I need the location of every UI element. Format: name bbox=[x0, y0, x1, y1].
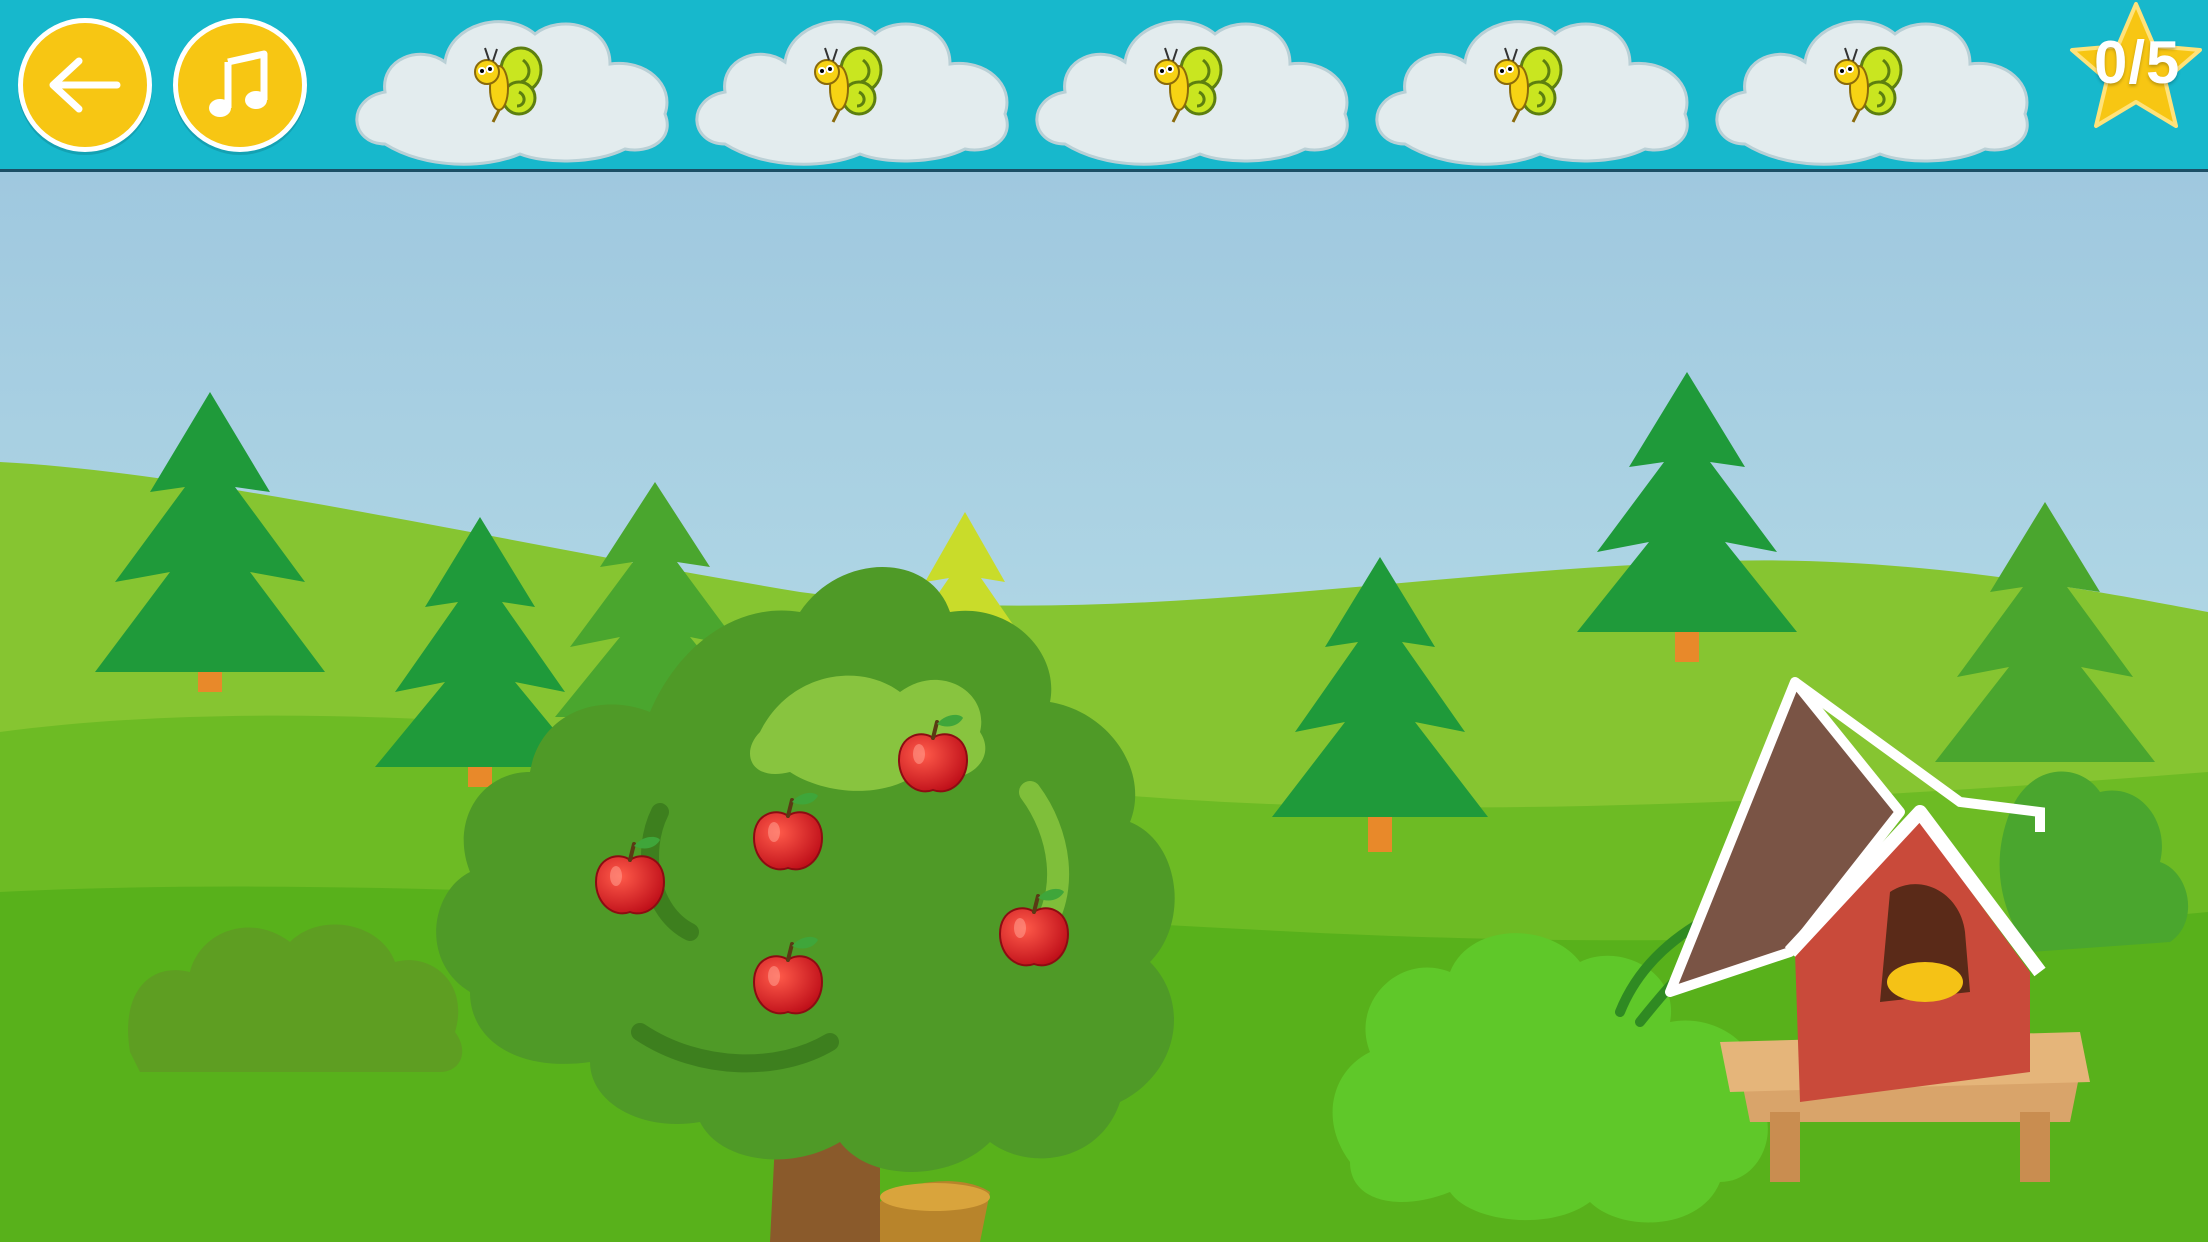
butterfly-icon bbox=[474, 46, 543, 123]
arrow-left-icon bbox=[49, 57, 121, 113]
music-button[interactable] bbox=[173, 18, 307, 152]
butterfly-icon bbox=[814, 46, 883, 123]
butterfly-icon bbox=[1154, 46, 1223, 123]
butterfly-slot bbox=[1025, 4, 1355, 170]
butterfly-slot bbox=[685, 4, 1015, 170]
score-star: 0/5 bbox=[2064, 0, 2208, 138]
back-button[interactable] bbox=[18, 18, 152, 152]
game-scene bbox=[0, 172, 2208, 1242]
butterfly-icon bbox=[1834, 46, 1903, 123]
butterfly-slot bbox=[1705, 4, 2035, 170]
butterfly-slot bbox=[1365, 4, 1695, 170]
score-text: 0/5 bbox=[2094, 29, 2181, 96]
butterfly-slot bbox=[345, 4, 675, 170]
butterfly-icon bbox=[1494, 46, 1563, 123]
basket[interactable] bbox=[880, 1181, 990, 1242]
top-bar: 0/5 bbox=[0, 0, 2208, 172]
music-note-icon bbox=[209, 50, 268, 117]
